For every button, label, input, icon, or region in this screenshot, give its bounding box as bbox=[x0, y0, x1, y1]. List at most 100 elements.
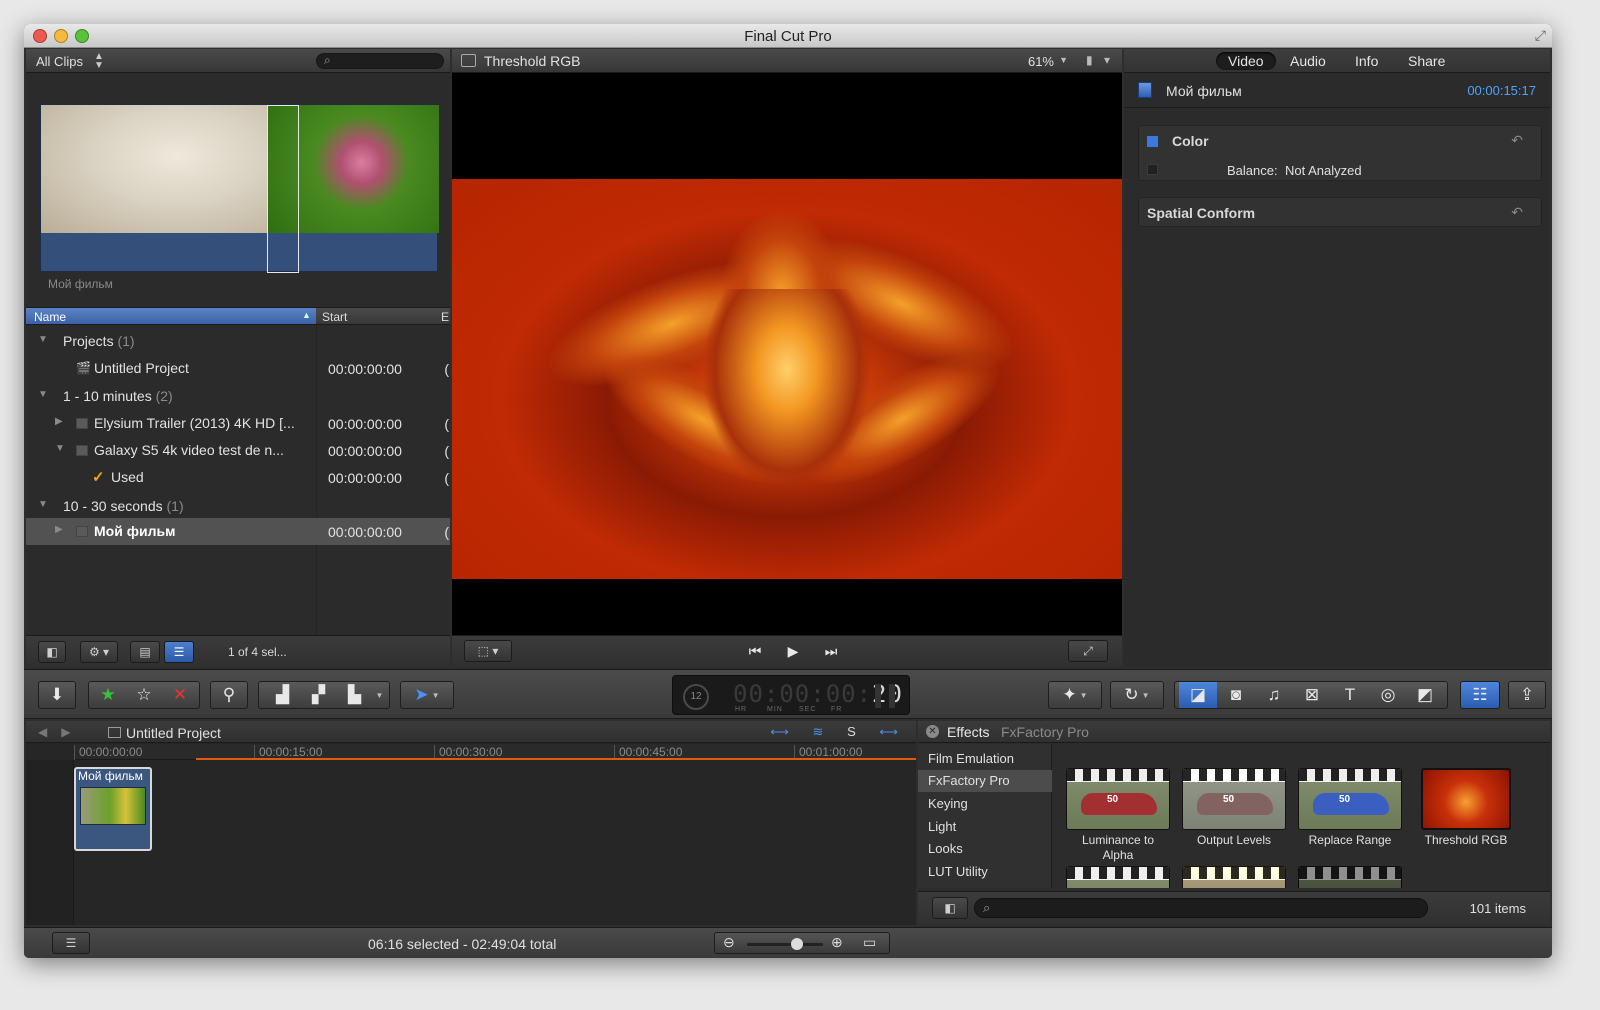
effect-thumbnail-partial[interactable] bbox=[1298, 866, 1402, 888]
list-row-my-film-selected[interactable]: ▶ Мой фильм 00:00:00:00 ( bbox=[26, 518, 450, 545]
effect-output-levels[interactable]: 50 Output Levels bbox=[1182, 768, 1286, 848]
zoom-out-icon[interactable]: ⊖ bbox=[723, 934, 735, 951]
section-title[interactable]: Spatial Conform bbox=[1147, 205, 1255, 221]
tab-info[interactable]: Info bbox=[1343, 52, 1390, 70]
filter-updown-icon[interactable]: ▲ ▼ bbox=[94, 52, 104, 71]
music-browser-icon[interactable]: ♫ bbox=[1255, 682, 1293, 708]
zoom-level[interactable]: 61% bbox=[1028, 54, 1054, 69]
toggle-library-button[interactable]: ◧ bbox=[38, 641, 66, 663]
effect-replace-range[interactable]: 50 Replace Range bbox=[1298, 768, 1402, 848]
skimmer-selection[interactable] bbox=[267, 105, 299, 273]
snapping-icon[interactable]: ⟷ bbox=[879, 724, 908, 739]
append-edit-icon[interactable]: ▙ bbox=[337, 682, 373, 708]
timeline-index-button[interactable]: ☰ bbox=[52, 932, 90, 954]
tab-audio[interactable]: Audio bbox=[1278, 52, 1338, 70]
enhancements-button[interactable]: ✦ ▼ bbox=[1048, 681, 1102, 709]
transform-menu-button[interactable]: ⬚ ▾ bbox=[464, 640, 512, 662]
list-row-untitled-project[interactable]: 🎬 Untitled Project 00:00:00:00 ( bbox=[26, 355, 450, 382]
chevron-down-icon[interactable]: ▼ bbox=[432, 691, 440, 700]
themes-browser-icon[interactable]: ◩ bbox=[1407, 682, 1443, 708]
effect-threshold-rgb[interactable]: Threshold RGB bbox=[1414, 768, 1518, 848]
titles-browser-icon[interactable]: T bbox=[1331, 682, 1369, 708]
inspector-toggle-button[interactable]: ☷ bbox=[1460, 681, 1500, 709]
viewer-options-icon[interactable]: ▮ ▾ bbox=[1086, 53, 1114, 67]
action-gear-button[interactable]: ⚙ ▾ bbox=[80, 641, 118, 663]
generators-browser-icon[interactable]: ◎ bbox=[1369, 682, 1407, 708]
enable-checkbox[interactable] bbox=[1147, 136, 1158, 147]
effect-thumbnail-partial[interactable] bbox=[1066, 866, 1170, 888]
effects-search-field[interactable]: ⌕ bbox=[974, 898, 1428, 918]
category-lut-utility[interactable]: LUT Utility bbox=[918, 861, 1052, 883]
chevron-down-icon[interactable]: ▼ bbox=[1142, 691, 1150, 700]
effect-thumbnail-partial[interactable] bbox=[1182, 866, 1286, 888]
solo-icon[interactable]: S bbox=[847, 724, 866, 739]
insert-edit-icon[interactable]: ▞ bbox=[301, 682, 337, 708]
skimming-icon[interactable]: ≋ bbox=[813, 724, 834, 739]
category-fxfactory-pro[interactable]: FxFactory Pro bbox=[918, 770, 1052, 792]
close-icon[interactable]: ✕ bbox=[926, 725, 939, 738]
disclosure-open-icon[interactable]: ▼ bbox=[55, 443, 65, 454]
play-icon[interactable]: ▶ bbox=[774, 640, 812, 662]
next-edit-icon[interactable]: ⏭ bbox=[812, 640, 850, 662]
timeline-history-arrows[interactable]: ◀▶ bbox=[38, 725, 84, 739]
disclosure-open-icon[interactable]: ▼ bbox=[38, 499, 48, 510]
column-start[interactable]: Start bbox=[316, 308, 450, 324]
chevron-down-icon[interactable]: ▼ bbox=[1080, 691, 1088, 700]
effects-browser-icon[interactable]: ◪ bbox=[1179, 682, 1217, 708]
category-light[interactable]: Light bbox=[918, 816, 1052, 838]
zoom-in-icon[interactable]: ⊕ bbox=[831, 934, 843, 951]
zoom-slider-track[interactable] bbox=[747, 943, 823, 946]
category-looks[interactable]: Looks bbox=[918, 838, 1052, 860]
toggle-categories-button[interactable]: ◧ bbox=[932, 897, 968, 919]
fullscreen-icon[interactable]: ⤢ bbox=[1535, 27, 1546, 44]
reject-x-icon[interactable]: ✕ bbox=[162, 682, 198, 708]
category-film-emulation[interactable]: Film Emulation bbox=[918, 748, 1052, 770]
effect-luminance-to-alpha[interactable]: 50 Luminance to Alpha bbox=[1066, 768, 1170, 863]
tab-video[interactable]: Video bbox=[1216, 52, 1276, 70]
photo-browser-icon[interactable]: ◙ bbox=[1217, 682, 1255, 708]
reset-icon[interactable]: ↶ bbox=[1511, 204, 1523, 221]
fullscreen-playback-button[interactable]: ⤢ bbox=[1068, 640, 1108, 662]
balance-checkbox[interactable] bbox=[1147, 164, 1158, 175]
import-button[interactable]: ⬇ bbox=[38, 681, 76, 709]
list-row-event-1-10-minutes[interactable]: ▼ 1 - 10 minutes (2) bbox=[26, 383, 450, 410]
browser-header: All Clips ▲ ▼ ⌕ bbox=[26, 49, 450, 73]
zoom-slider-knob[interactable] bbox=[791, 938, 803, 950]
tab-share[interactable]: Share bbox=[1396, 52, 1457, 70]
column-name[interactable]: Name bbox=[34, 310, 66, 324]
favorite-star-icon[interactable]: ★ bbox=[90, 682, 126, 708]
disclosure-open-icon[interactable]: ▼ bbox=[38, 389, 48, 400]
disclosure-closed-icon[interactable]: ▶ bbox=[55, 416, 63, 427]
share-button[interactable]: ⇪ bbox=[1508, 681, 1546, 709]
disclosure-closed-icon[interactable]: ▶ bbox=[55, 524, 63, 535]
browser-search-field[interactable]: ⌕ bbox=[316, 53, 444, 69]
retime-button[interactable]: ↻ ▼ bbox=[1110, 681, 1164, 709]
previous-edit-icon[interactable]: ⏮ bbox=[736, 640, 774, 662]
timeline-clip[interactable]: Мой фильм bbox=[74, 767, 152, 851]
list-row-event-10-30-seconds[interactable]: ▼ 10 - 30 seconds (1) bbox=[26, 493, 450, 520]
audio-skimming-icon[interactable]: ⟷ bbox=[770, 724, 799, 739]
category-keying[interactable]: Keying bbox=[918, 793, 1052, 815]
list-row-elysium[interactable]: ▶ Elysium Trailer (2013) 4K HD [... 00:0… bbox=[26, 410, 450, 437]
list-row-projects[interactable]: ▼ Projects (1) bbox=[26, 328, 450, 355]
chevron-down-icon[interactable]: ▼ bbox=[1059, 55, 1068, 65]
filmstrip[interactable] bbox=[40, 104, 439, 273]
connect-edit-icon[interactable]: ▟ bbox=[265, 682, 301, 708]
keyword-button[interactable]: ⚲ bbox=[210, 681, 248, 709]
list-view-button[interactable]: ☰ bbox=[164, 641, 194, 663]
column-end[interactable]: E bbox=[441, 310, 449, 324]
select-tool-button[interactable]: ➤ ▼ bbox=[400, 681, 454, 709]
dashboard-timecode[interactable]: 12 00:00:00:20 HR MIN SEC FR bbox=[672, 675, 910, 715]
transitions-browser-icon[interactable]: ⊠ bbox=[1293, 682, 1331, 708]
list-row-galaxy[interactable]: ▼ Galaxy S5 4k video test de n... 00:00:… bbox=[26, 437, 450, 464]
clip-appearance-icon[interactable]: ▭ bbox=[863, 934, 876, 951]
unrate-star-icon[interactable]: ☆ bbox=[126, 682, 162, 708]
filmstrip-view-button[interactable]: ▤ bbox=[130, 641, 160, 663]
list-row-used[interactable]: ✓ Used 00:00:00:00 ( bbox=[26, 464, 450, 491]
reset-icon[interactable]: ↶ bbox=[1511, 132, 1523, 149]
clip-filter-select[interactable]: All Clips bbox=[36, 54, 83, 69]
effect-name: Luminance to Alpha bbox=[1081, 833, 1155, 862]
chevron-down-icon[interactable]: ▼ bbox=[376, 691, 384, 700]
disclosure-open-icon[interactable]: ▼ bbox=[38, 334, 48, 345]
video-frame[interactable] bbox=[452, 179, 1122, 579]
